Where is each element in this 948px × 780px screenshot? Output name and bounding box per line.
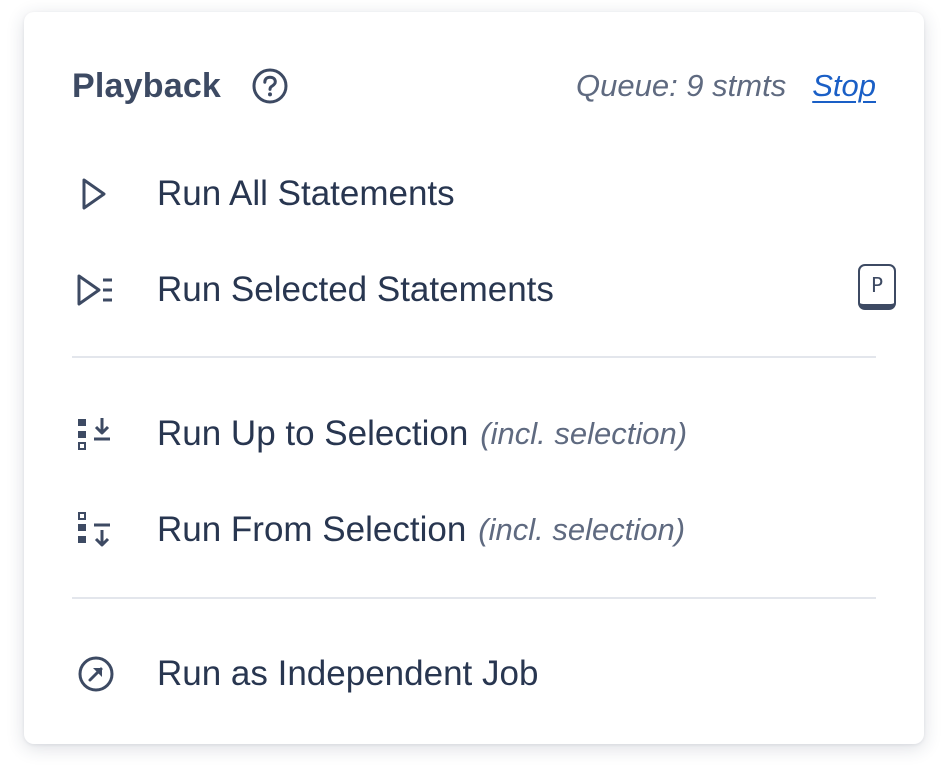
playback-menu: Playback Queue: 9 stmts Stop Run All Sta… (24, 12, 924, 744)
menu-item-run-all[interactable]: Run All Statements (72, 164, 896, 224)
play-outline-icon (72, 169, 122, 219)
menu-item-label: Run Selected Statements (157, 270, 554, 309)
run-up-to-icon (72, 409, 122, 459)
menu-item-label: Run From Selection (157, 510, 467, 549)
menu-item-label: Run All Statements (157, 174, 455, 213)
run-from-icon (72, 505, 122, 555)
menu-title: Playback (72, 66, 222, 105)
help-icon[interactable] (251, 67, 289, 105)
external-arrow-circle-icon (72, 649, 122, 699)
menu-item-note: (incl. selection) (478, 512, 686, 547)
menu-item-run-up-to-selection[interactable]: Run Up to Selection (incl. selection) (72, 404, 896, 464)
menu-divider (72, 356, 876, 358)
menu-item-label: Run Up to Selection (157, 414, 469, 453)
menu-item-run-selected[interactable]: Run Selected Statements P (72, 260, 896, 320)
menu-header: Playback Queue: 9 stmts Stop (72, 64, 876, 108)
menu-divider (72, 597, 876, 599)
menu-item-run-independent-job[interactable]: Run as Independent Job (72, 644, 896, 704)
queue-status: Queue: 9 stmts (576, 68, 787, 103)
menu-item-run-from-selection[interactable]: Run From Selection (incl. selection) (72, 500, 896, 560)
menu-item-note: (incl. selection) (480, 416, 688, 451)
menu-item-label: Run as Independent Job (157, 654, 539, 693)
shortcut-key-badge: P (858, 264, 896, 310)
play-selected-icon (72, 265, 122, 315)
stop-link[interactable]: Stop (812, 68, 876, 104)
